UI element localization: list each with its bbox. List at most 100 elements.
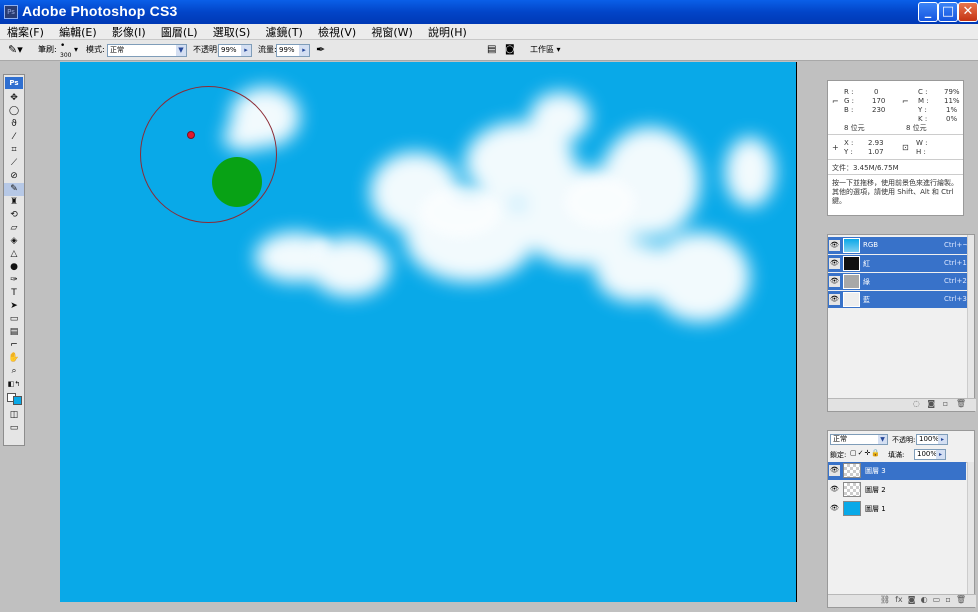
save-selection-icon[interactable]: ◙ — [927, 399, 935, 408]
document-canvas[interactable] — [60, 62, 797, 602]
color-swatches[interactable] — [4, 391, 24, 409]
delete-layer-icon[interactable]: 🗑 — [956, 595, 966, 604]
eyedropper-icon: ⌐ — [832, 97, 839, 106]
marquee-tool-icon[interactable]: ◯ — [4, 105, 24, 118]
link-layers-icon[interactable]: ⛓ — [880, 595, 890, 604]
layers-scrollbar[interactable] — [967, 462, 974, 597]
palette-well-icon[interactable]: ▤ — [487, 40, 496, 60]
eyedropper-tool-icon[interactable]: ⌐ — [4, 339, 24, 352]
eye-icon[interactable]: 👁 — [829, 258, 840, 269]
lock-icons[interactable]: ▢✓✛🔒 — [850, 449, 881, 457]
layer-opacity-label: 不透明: — [892, 436, 916, 444]
info-m-value: 11% — [944, 97, 960, 105]
history-brush-tool-icon[interactable]: ⟲ — [4, 209, 24, 222]
menu-help[interactable]: 說明(H) — [421, 24, 472, 40]
channel-row-rgb[interactable]: 👁 RGB Ctrl+~ — [828, 237, 968, 254]
blur-tool-icon[interactable]: △ — [4, 248, 24, 261]
channel-shortcut: Ctrl+~ — [944, 241, 969, 249]
info-h-label: H : — [916, 148, 926, 156]
magic-wand-tool-icon[interactable]: ⁄ — [4, 131, 24, 144]
airbrush-icon[interactable]: ✒ — [316, 40, 325, 60]
quick-mask-icon[interactable]: ◫ — [4, 409, 24, 422]
move-tool-icon[interactable]: ✥ — [4, 92, 24, 105]
brush-picker-arrow-icon[interactable]: ▾ — [74, 40, 78, 60]
eye-icon[interactable]: 👁 — [829, 276, 840, 287]
dodge-tool-icon[interactable]: ● — [4, 261, 24, 274]
eye-icon[interactable]: 👁 — [829, 503, 840, 514]
blend-mode-select[interactable]: 正常 ▼ — [830, 434, 888, 445]
info-k-value: 0% — [946, 115, 958, 123]
new-group-icon[interactable]: ▭ — [933, 595, 941, 604]
layer-row[interactable]: 👁 圖層 2 — [828, 481, 966, 499]
eye-icon[interactable]: 👁 — [829, 294, 840, 305]
info-y-coord-label: Y : — [844, 148, 853, 156]
workspace-menu[interactable]: 工作區 ▾ — [530, 40, 561, 60]
healing-brush-tool-icon[interactable]: ⊘ — [4, 170, 24, 183]
eraser-tool-icon[interactable]: ▱ — [4, 222, 24, 235]
channels-scrollbar[interactable] — [967, 235, 974, 400]
channel-row-blue[interactable]: 👁 藍 Ctrl+3 — [828, 291, 968, 308]
menu-layer[interactable]: 圖層(L) — [154, 24, 203, 40]
flow-field[interactable]: 99% ▸ — [276, 44, 310, 57]
channel-shortcut: Ctrl+2 — [944, 277, 967, 285]
channel-row-green[interactable]: 👁 綠 Ctrl+2 — [828, 273, 968, 290]
lasso-tool-icon[interactable]: ϑ — [4, 118, 24, 131]
menu-bar: 檔案(F) 編輯(E) 影像(I) 圖層(L) 選取(S) 濾鏡(T) 檢視(V… — [0, 24, 978, 40]
info-b-value: 230 — [872, 106, 886, 114]
menu-view[interactable]: 檢視(V) — [311, 24, 361, 40]
layer-opacity-field[interactable]: 100% ▸ — [916, 434, 948, 445]
menu-window[interactable]: 視窗(W) — [364, 24, 417, 40]
fill-label: 填滿: — [888, 451, 905, 459]
minimize-button[interactable]: _ — [918, 2, 938, 22]
mode-select[interactable]: 正常 ▼ — [107, 44, 187, 57]
eye-icon[interactable]: 👁 — [829, 465, 840, 476]
paint-bucket-tool-icon[interactable]: ◈ — [4, 235, 24, 248]
maximize-button[interactable]: □ — [938, 2, 958, 22]
screen-mode-icon[interactable]: ▭ — [4, 422, 24, 435]
channel-name: RGB — [863, 241, 879, 249]
brush-label: 筆刷: — [38, 45, 57, 54]
pen-tool-icon[interactable]: ✑ — [4, 274, 24, 287]
menu-filter[interactable]: 濾鏡(T) — [259, 24, 308, 40]
menu-image[interactable]: 影像(I) — [105, 24, 151, 40]
zoom-tool-icon[interactable]: ⌕ — [4, 365, 24, 378]
brush-tool-icon[interactable]: ✎ — [4, 183, 24, 196]
size-icon: ⊡ — [902, 143, 909, 152]
mode-label: 模式: — [86, 45, 105, 54]
default-colors-icon[interactable]: ◧↰ — [4, 378, 24, 391]
brush-tool-preset-icon[interactable]: ✎▾ — [8, 40, 23, 60]
layer-row[interactable]: 👁 圖層 1 — [828, 500, 966, 518]
eye-icon[interactable]: 👁 — [829, 484, 840, 495]
close-button[interactable]: ✕ — [958, 2, 978, 22]
new-layer-icon[interactable]: ▫ — [945, 595, 950, 604]
layer-mask-icon[interactable]: ◙ — [908, 595, 916, 604]
eye-icon[interactable]: 👁 — [829, 240, 840, 251]
slice-tool-icon[interactable]: ⟋ — [4, 157, 24, 170]
info-y-coord-value: 1.07 — [868, 148, 884, 156]
menu-select[interactable]: 選取(S) — [206, 24, 256, 40]
notes-tool-icon[interactable]: ▤ — [4, 326, 24, 339]
chevron-right-icon: ▸ — [299, 45, 309, 56]
channel-row-red[interactable]: 👁 紅 Ctrl+1 — [828, 255, 968, 272]
new-channel-icon[interactable]: ▫ — [943, 399, 948, 408]
load-selection-icon[interactable]: ◌ — [913, 399, 920, 408]
fill-field[interactable]: 100% ▸ — [914, 449, 946, 460]
shape-tool-icon[interactable]: ▭ — [4, 313, 24, 326]
layer-style-icon[interactable]: fx — [895, 595, 903, 604]
clone-stamp-tool-icon[interactable]: ♜ — [4, 196, 24, 209]
info-x-value: 2.93 — [868, 139, 884, 147]
channel-thumbnail — [843, 292, 860, 307]
opacity-value: 99% — [221, 46, 237, 54]
menu-file[interactable]: 檔案(F) — [0, 24, 49, 40]
camera-icon[interactable]: ◙ — [505, 40, 515, 60]
lock-label: 鎖定: — [830, 451, 847, 459]
type-tool-icon[interactable]: T — [4, 287, 24, 300]
delete-channel-icon[interactable]: 🗑 — [956, 399, 966, 408]
adjustment-layer-icon[interactable]: ◐ — [921, 595, 928, 604]
path-selection-tool-icon[interactable]: ➤ — [4, 300, 24, 313]
layer-row[interactable]: 👁 圖層 3 — [828, 462, 966, 480]
opacity-field[interactable]: 99% ▸ — [218, 44, 252, 57]
layer-opacity-value: 100% — [919, 435, 940, 443]
crop-tool-icon[interactable]: ⌗ — [4, 144, 24, 157]
hand-tool-icon[interactable]: ✋ — [4, 352, 24, 365]
